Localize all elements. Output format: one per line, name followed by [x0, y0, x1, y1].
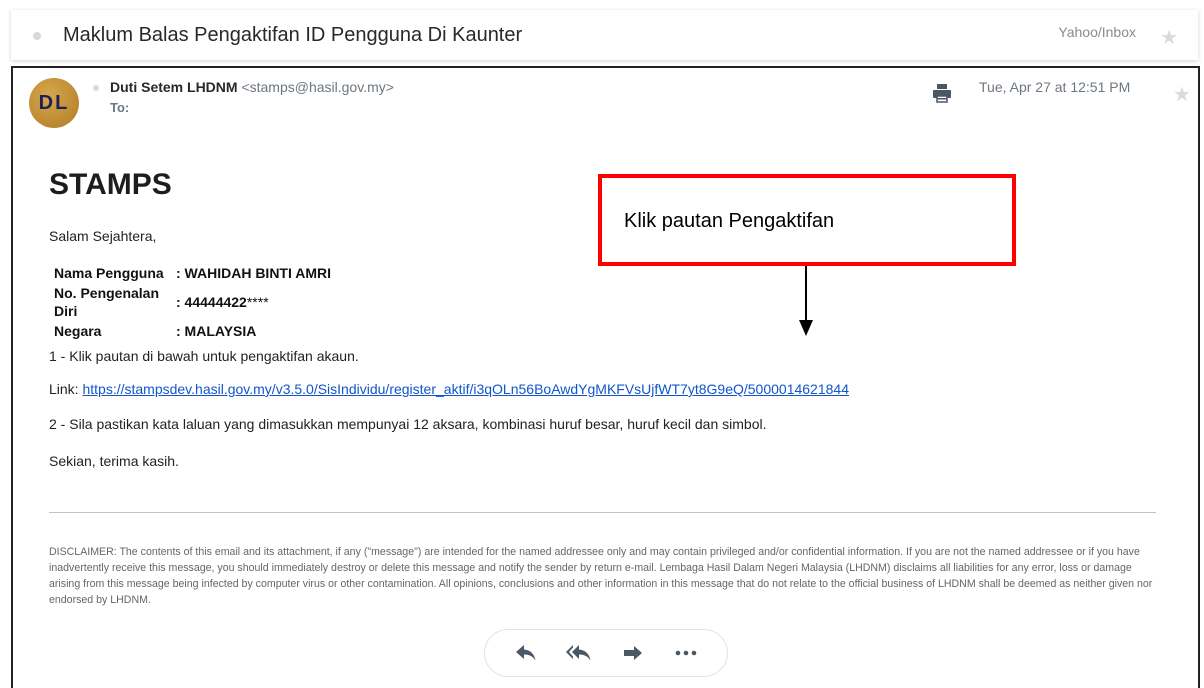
sender-name[interactable]: Duti Setem LHDNM: [110, 79, 238, 95]
to-label: To:: [110, 100, 130, 115]
star-icon[interactable]: ★: [1173, 85, 1191, 105]
annotation-arrow: [805, 266, 807, 322]
info-label: No. Pengenalan Diri: [54, 285, 160, 319]
sender-dot-icon: [93, 85, 99, 91]
info-label: Nama Pengguna: [54, 265, 164, 281]
message-card: DL Duti Setem LHDNM <stamps@hasil.gov.my…: [11, 66, 1200, 688]
info-label: Negara: [54, 323, 102, 339]
greeting-text: Salam Sejahtera,: [49, 228, 157, 244]
print-icon[interactable]: [931, 82, 953, 104]
subject-bar: Maklum Balas Pengaktifan ID Pengguna Di …: [11, 10, 1198, 60]
avatar[interactable]: DL: [29, 78, 79, 128]
sender-line: Duti Setem LHDNM <stamps@hasil.gov.my>: [110, 79, 394, 95]
info-value: : 44444422****: [176, 294, 269, 310]
step-1-text: 1 - Klik pautan di bawah untuk pengaktif…: [49, 348, 359, 364]
email-date: Tue, Apr 27 at 12:51 PM: [979, 79, 1131, 95]
info-row: Negara : MALAYSIA: [54, 322, 331, 342]
message-actions: [484, 629, 728, 677]
link-prefix: Link:: [49, 381, 83, 397]
folder-label[interactable]: Yahoo/Inbox: [1058, 24, 1136, 40]
callout-text: Klik pautan Pengaktifan: [624, 210, 835, 232]
info-row: No. Pengenalan Diri : 44444422****: [54, 284, 331, 322]
divider: [49, 512, 1156, 513]
activation-link[interactable]: https://stampsdev.hasil.gov.my/v3.5.0/Si…: [82, 381, 849, 397]
reply-all-icon[interactable]: [565, 639, 593, 667]
info-value: : MALAYSIA: [176, 323, 257, 339]
star-icon[interactable]: ★: [1160, 28, 1178, 48]
user-info-table: Nama Pengguna : WAHIDAH BINTI AMRI No. P…: [54, 264, 331, 342]
activation-link-line: Link: https://stampsdev.hasil.gov.my/v3.…: [49, 381, 849, 397]
disclaimer-text: DISCLAIMER: The contents of this email a…: [49, 546, 1153, 606]
more-icon[interactable]: [672, 639, 700, 667]
forward-icon[interactable]: [619, 639, 647, 667]
step-2-text: 2 - Sila pastikan kata laluan yang dimas…: [49, 416, 767, 432]
sender-email[interactable]: <stamps@hasil.gov.my>: [241, 79, 393, 95]
closing-text: Sekian, terima kasih.: [49, 453, 179, 469]
annotation-callout: Klik pautan Pengaktifan: [598, 174, 1016, 266]
info-row: Nama Pengguna : WAHIDAH BINTI AMRI: [54, 264, 331, 284]
reply-icon[interactable]: [512, 639, 540, 667]
unread-dot-icon: [33, 32, 41, 40]
body-title: STAMPS: [49, 168, 172, 201]
arrow-head-icon: [799, 320, 813, 336]
email-subject: Maklum Balas Pengaktifan ID Pengguna Di …: [63, 24, 523, 46]
info-value: : WAHIDAH BINTI AMRI: [176, 265, 332, 281]
